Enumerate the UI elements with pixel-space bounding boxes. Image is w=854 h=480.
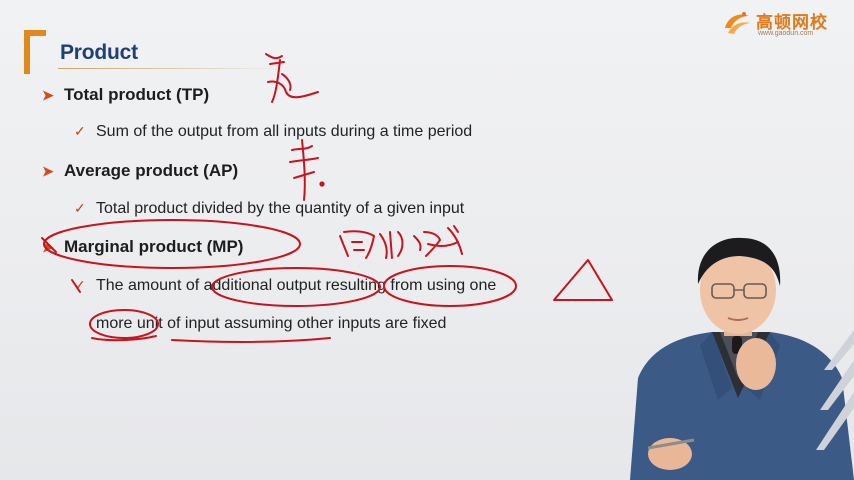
sub-bullet-continuation: more unit of input assuming other inputs…	[96, 315, 447, 332]
bullet-heading: Average product (AP)	[64, 161, 239, 180]
arrowhead-bullet-icon: ➤	[42, 87, 54, 103]
arrowhead-bullet-icon: ➤	[42, 239, 54, 255]
bullet-total-product: ➤ Total product (TP)	[42, 85, 209, 105]
bullet-heading: Total product (TP)	[64, 85, 210, 104]
lecture-slide: Product 高顿网校 www.gaodun.com ➤ Total produ…	[0, 0, 854, 480]
bullet-marginal-product: ➤ Marginal product (MP)	[42, 237, 243, 257]
sub-bullet-text: Total product divided by the quantity of…	[96, 200, 465, 217]
checkmark-icon: ✓	[74, 200, 86, 216]
arrowhead-bullet-icon: ➤	[42, 163, 54, 179]
sub-bullet-text: Sum of the output from all inputs during…	[96, 123, 473, 140]
sub-bullet-text: The amount of additional output resultin…	[96, 277, 497, 294]
gaodun-logo-icon	[725, 12, 750, 34]
sub-bullet-marginal-product: ✓ The amount of additional output resulti…	[74, 277, 496, 295]
checkmark-icon: ✓	[74, 123, 86, 139]
logo-url: www.gaodun.com	[758, 30, 814, 37]
checkmark-icon: ✓	[74, 277, 86, 293]
sub-bullet-total-product: ✓ Sum of the output from all inputs durin…	[74, 123, 472, 141]
title-bracket	[24, 30, 46, 74]
bullet-heading: Marginal product (MP)	[64, 237, 244, 256]
slide-title: Product	[60, 41, 138, 64]
bullet-average-product: ➤ Average product (AP)	[42, 161, 238, 181]
brand-logo: 高顿网校 www.gaodun.com	[722, 6, 832, 42]
sub-bullet-average-product: ✓ Total product divided by the quantity o…	[74, 200, 464, 218]
title-underline	[58, 68, 288, 69]
background-light-stripes	[816, 330, 854, 450]
